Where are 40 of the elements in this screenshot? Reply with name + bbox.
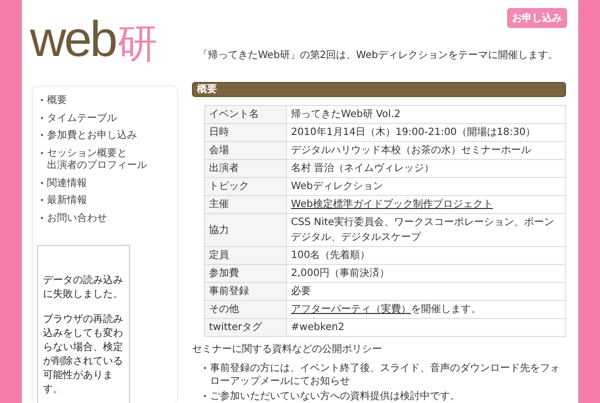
intro-text: 「帰ってきたWeb研」の第2回は、Webディレクションをテーマに開催します。 bbox=[198, 48, 558, 62]
error-message: データの読み込みに失敗しました。 bbox=[43, 274, 124, 302]
row-label: イベント名 bbox=[204, 106, 287, 124]
table-cell: 2,000円（事前決済） bbox=[286, 264, 566, 282]
nav-link[interactable]: セッション概要と 出演者のプロフィール bbox=[37, 148, 177, 172]
row-label: 出演者 bbox=[204, 160, 287, 178]
row-label: 会場 bbox=[204, 142, 287, 160]
nav-link[interactable]: お問い合わせ bbox=[37, 212, 177, 225]
table-cell: 帰ってきたWeb研 Vol.2 bbox=[286, 106, 566, 124]
row-label: トピック bbox=[204, 178, 287, 196]
text-link[interactable]: Web検定標準ガイドブック制作プロジェクト bbox=[291, 199, 493, 210]
row-label: 主催 bbox=[204, 196, 287, 214]
section-heading: 概要 bbox=[192, 82, 566, 97]
row-label: 協力 bbox=[204, 214, 287, 246]
table-cell: Webディレクション bbox=[286, 178, 566, 196]
table-cell: 必要 bbox=[286, 282, 566, 300]
policy-title: セミナーに関する資料などの公開ポリシー bbox=[192, 342, 383, 356]
row-label: その他 bbox=[204, 300, 287, 318]
table-cell: 2010年1月14日（木）19:00-21:00（開場は18:30） bbox=[286, 124, 566, 142]
nav-link[interactable]: 概要 bbox=[37, 95, 177, 108]
row-label: 定員 bbox=[204, 246, 287, 264]
row-label: 事前登録 bbox=[204, 282, 287, 300]
table-cell: 100名（先着順） bbox=[286, 246, 566, 264]
table-cell: 名村 晋治（ネイムヴィレッジ） bbox=[286, 160, 566, 178]
text-link[interactable]: アフターパーティ（実費） bbox=[291, 304, 412, 315]
policy-item: ご参加いただいていない方への資料提供は検討中です。 bbox=[200, 390, 566, 403]
error-message: ブラウザの再読み込みをしても変わらない場合、検定が削除されている可能性があります。 bbox=[43, 313, 124, 397]
nav-link[interactable]: 関連情報 bbox=[37, 178, 177, 190]
site-logo[interactable]: web研 bbox=[22, 0, 190, 64]
nav-link[interactable]: タイムテーブル bbox=[37, 112, 177, 125]
table-cell: CSS Nite実行委員会、ワークスコーポレーション、ボーンデジタル、デジタルスケープ bbox=[286, 214, 566, 246]
policy-item: 事前登録の方には、イベント終了後、スライド、音声のダウンロード先をフォローアップメールにてお知らせ bbox=[200, 362, 566, 388]
nav-link[interactable]: 最新情報 bbox=[37, 195, 177, 208]
row-label: 日時 bbox=[204, 124, 287, 142]
row-label: twitterタグ bbox=[204, 318, 287, 336]
table-cell: デジタルハリウッド本校（お茶の水）セミナーホール bbox=[286, 142, 566, 160]
nav-link[interactable]: 参加費とお申し込み bbox=[37, 130, 177, 142]
table-cell: アフターパーティ（実費）を開催します。 bbox=[286, 300, 566, 318]
row-label: 参加費 bbox=[204, 264, 287, 282]
table-cell: #webken2 bbox=[286, 318, 566, 336]
